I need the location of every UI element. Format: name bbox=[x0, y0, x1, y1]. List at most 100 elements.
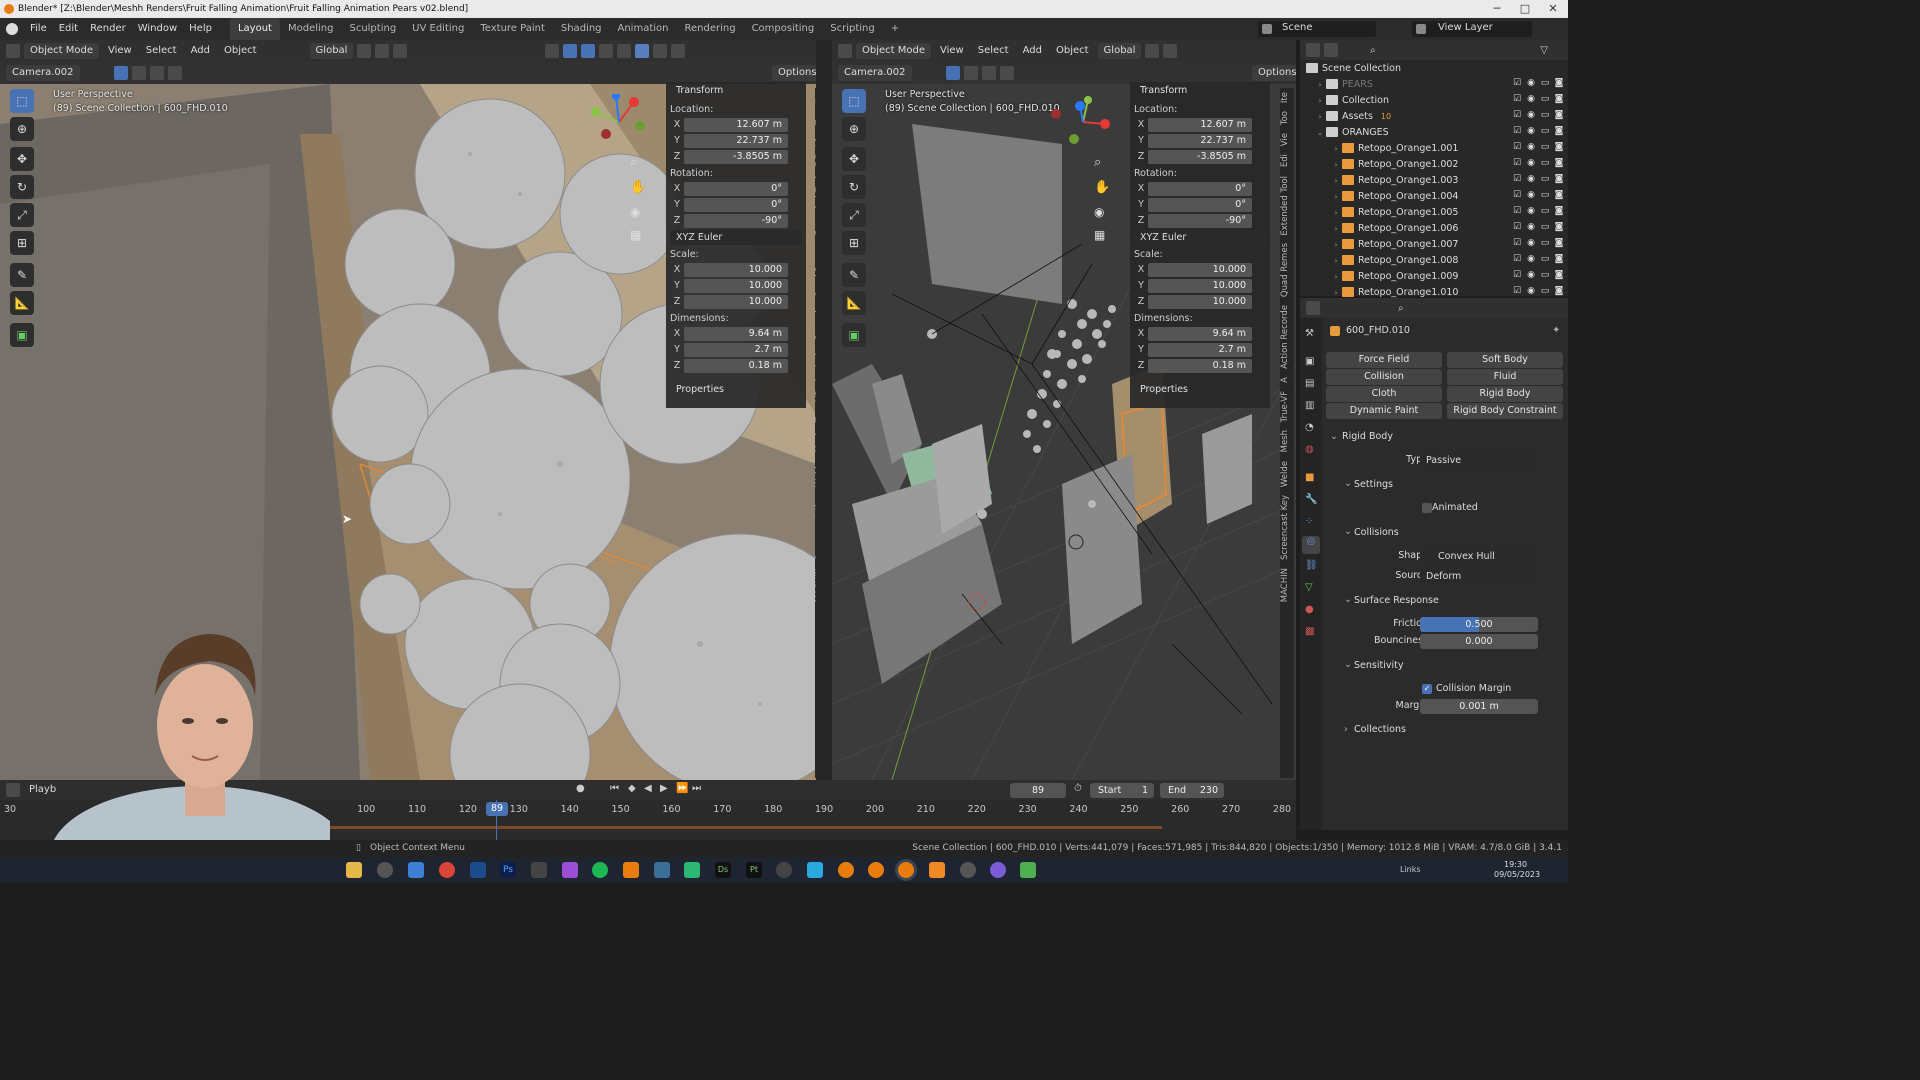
checkbox-icon[interactable]: ☑ bbox=[1512, 222, 1522, 233]
tab-animation[interactable]: Animation bbox=[610, 18, 677, 40]
sensitivity-section[interactable]: Sensitivity bbox=[1354, 660, 1403, 671]
camera-dropdown[interactable]: Camera.002 bbox=[838, 65, 912, 81]
surface-response-section[interactable]: Surface Response bbox=[1354, 595, 1439, 606]
add-cube-tool-icon[interactable]: ▣ bbox=[842, 323, 866, 347]
checkbox-icon[interactable]: ☑ bbox=[1512, 238, 1522, 249]
monitor-icon[interactable]: ▭ bbox=[1540, 206, 1550, 217]
menu-select[interactable]: Select bbox=[973, 43, 1014, 59]
menu-view[interactable]: View bbox=[103, 43, 137, 59]
rotation-mode-dropdown[interactable]: XYZ Euler bbox=[670, 230, 802, 245]
monitor-icon[interactable]: ▭ bbox=[1540, 174, 1550, 185]
output-tab-icon[interactable]: ▤ bbox=[1305, 378, 1314, 389]
xray-icon[interactable] bbox=[599, 44, 614, 58]
bounciness-field[interactable]: 0.000 bbox=[1420, 634, 1538, 649]
monitor-icon[interactable]: ▭ bbox=[1540, 158, 1550, 169]
tab-compositing[interactable]: Compositing bbox=[744, 18, 823, 40]
menu-object[interactable]: Object bbox=[219, 43, 262, 59]
chevron-right-icon[interactable]: › bbox=[1330, 240, 1342, 249]
links-label[interactable]: Links bbox=[1400, 865, 1421, 874]
dimensions-z-field[interactable]: 0.18 m bbox=[1148, 358, 1252, 373]
camera-icon[interactable]: ◙ bbox=[1554, 206, 1564, 217]
camera-view-icon[interactable]: ◉ bbox=[630, 205, 640, 219]
eye-icon[interactable]: ◉ bbox=[1526, 158, 1536, 169]
chrome-icon[interactable] bbox=[439, 862, 455, 878]
tab-layout[interactable]: Layout bbox=[229, 18, 280, 40]
chevron-right-icon[interactable]: › bbox=[1314, 112, 1326, 121]
monitor-icon[interactable]: ▭ bbox=[1540, 78, 1550, 89]
sidebar-tab[interactable]: Ite bbox=[1280, 88, 1290, 107]
search-icon[interactable]: ⌕ bbox=[1370, 45, 1376, 56]
select-extend-icon[interactable] bbox=[131, 66, 146, 80]
camera-icon[interactable]: ◙ bbox=[1554, 238, 1564, 249]
location-x-field[interactable]: 12.607 m bbox=[1148, 117, 1252, 132]
rotate-tool-icon[interactable]: ↻ bbox=[10, 175, 34, 199]
chevron-right-icon[interactable]: › bbox=[1344, 724, 1348, 735]
cursor-tool-icon[interactable]: ⊕ bbox=[10, 117, 34, 141]
pivot-icon[interactable] bbox=[357, 44, 372, 58]
properties-subpanel[interactable]: Properties bbox=[1130, 381, 1270, 399]
sidebar-tab[interactable]: Vie bbox=[1280, 129, 1290, 150]
move-tool-icon[interactable]: ✥ bbox=[10, 147, 34, 171]
tab-shading[interactable]: Shading bbox=[553, 18, 610, 40]
sidebar-tab[interactable]: MACHIN bbox=[1280, 564, 1290, 606]
blender-icon[interactable] bbox=[868, 862, 884, 878]
menu-view[interactable]: View bbox=[935, 43, 969, 59]
outliner-row[interactable]: › Assets 10 ☑ ◉ ▭ ◙ bbox=[1300, 108, 1568, 124]
menu-select[interactable]: Select bbox=[141, 43, 182, 59]
tab-uv-editing[interactable]: UV Editing bbox=[404, 18, 472, 40]
outliner-row[interactable]: › PEARS ☑ ◉ ▭ ◙ bbox=[1300, 76, 1568, 92]
transform-header[interactable]: Transform bbox=[1130, 82, 1270, 100]
transform-header[interactable]: Transform bbox=[666, 82, 806, 100]
overlay-icon[interactable] bbox=[581, 44, 596, 58]
sidebar-tab[interactable]: A bbox=[1280, 373, 1290, 387]
rotation-mode-dropdown[interactable]: XYZ Euler bbox=[1134, 230, 1266, 245]
scale-tool-icon[interactable]: ⤢ bbox=[10, 203, 34, 227]
rotate-tool-icon[interactable]: ↻ bbox=[842, 175, 866, 199]
rigid-body-button[interactable]: Rigid Body bbox=[1447, 386, 1563, 402]
cloth-button[interactable]: Cloth bbox=[1326, 386, 1442, 402]
annotate-tool-icon[interactable]: ✎ bbox=[842, 263, 866, 287]
tab-sculpting[interactable]: Sculpting bbox=[341, 18, 404, 40]
tab-scripting[interactable]: Scripting bbox=[822, 18, 882, 40]
pin-icon[interactable]: ✦ bbox=[1552, 325, 1560, 336]
collisions-section[interactable]: Collisions bbox=[1354, 527, 1399, 538]
scale-y-field[interactable]: 10.000 bbox=[1148, 278, 1252, 293]
cursor-tool-icon[interactable]: ⊕ bbox=[842, 117, 866, 141]
outliner-row[interactable]: ⌄ ORANGES ☑ ◉ ▭ ◙ bbox=[1300, 124, 1568, 140]
pan-hand-icon[interactable]: ✋ bbox=[630, 180, 646, 195]
outliner-row[interactable]: › Retopo_Orange1.002 ☑ ◉ ▭ ◙ bbox=[1300, 156, 1568, 172]
checkbox-icon[interactable]: ☑ bbox=[1512, 158, 1522, 169]
mode-dropdown[interactable]: Object Mode bbox=[856, 43, 931, 59]
world-tab-icon[interactable]: ◍ bbox=[1305, 444, 1314, 455]
view-layer-tab-icon[interactable]: ▥ bbox=[1305, 400, 1314, 411]
chevron-right-icon[interactable]: › bbox=[1330, 208, 1342, 217]
close-icon[interactable]: ✕ bbox=[1540, 0, 1566, 18]
navigation-gizmo[interactable] bbox=[586, 94, 656, 184]
blender-menu-icon[interactable] bbox=[6, 23, 18, 35]
app-icon[interactable] bbox=[1020, 862, 1036, 878]
calculator-icon[interactable] bbox=[408, 862, 424, 878]
monitor-icon[interactable]: ▭ bbox=[1540, 126, 1550, 137]
pivot-icon[interactable] bbox=[1145, 44, 1160, 58]
outliner-row[interactable]: › Retopo_Orange1.001 ☑ ◉ ▭ ◙ bbox=[1300, 140, 1568, 156]
orientation-dropdown[interactable]: Global bbox=[1097, 43, 1142, 59]
eye-icon[interactable]: ◉ bbox=[1526, 190, 1536, 201]
rigid-body-section[interactable]: Rigid Body bbox=[1342, 431, 1393, 442]
mode-dropdown[interactable]: Object Mode bbox=[24, 43, 99, 59]
outliner-row[interactable]: › Retopo_Orange1.008 ☑ ◉ ▭ ◙ bbox=[1300, 252, 1568, 268]
eye-icon[interactable]: ◉ bbox=[1526, 94, 1536, 105]
monitor-icon[interactable]: ▭ bbox=[1540, 254, 1550, 265]
select-tool-icon[interactable]: ⬚ bbox=[10, 89, 34, 113]
area-divider[interactable] bbox=[816, 40, 832, 780]
soft-body-button[interactable]: Soft Body bbox=[1447, 352, 1563, 368]
app-icon[interactable] bbox=[654, 862, 670, 878]
maximize-icon[interactable]: □ bbox=[1512, 0, 1538, 18]
sidebar-tab[interactable]: True-VF bbox=[1280, 387, 1290, 426]
type-dropdown[interactable]: Passive bbox=[1420, 453, 1538, 468]
collections-section[interactable]: Collections bbox=[1354, 724, 1406, 735]
chevron-right-icon[interactable]: › bbox=[1330, 176, 1342, 185]
measure-tool-icon[interactable]: 📐 bbox=[842, 291, 866, 315]
monitor-icon[interactable]: ▭ bbox=[1540, 94, 1550, 105]
sidebar-tab[interactable]: Quad Remes bbox=[1280, 239, 1290, 301]
app-icon[interactable] bbox=[990, 862, 1006, 878]
